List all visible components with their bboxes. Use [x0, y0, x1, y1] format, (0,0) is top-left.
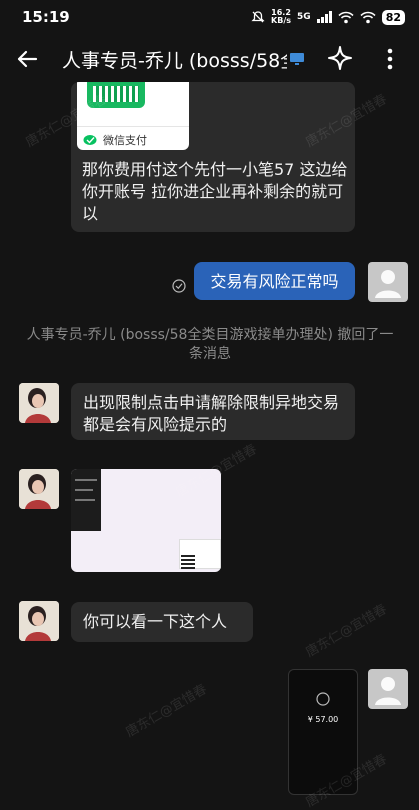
- qr-code-image[interactable]: 微信支付: [77, 82, 189, 150]
- contact-avatar[interactable]: [19, 469, 59, 509]
- computer-online-icon: [290, 53, 304, 65]
- status-bar: 15:19 16.2 KB/s 5G 82: [0, 0, 419, 34]
- portrait-photo: [19, 601, 59, 641]
- image-thumbnail-line: [75, 489, 93, 491]
- signal-icon: [316, 11, 332, 23]
- status-time: 15:19: [22, 8, 70, 26]
- my-avatar[interactable]: [368, 669, 408, 709]
- message-bubble[interactable]: 你可以看一下这个人: [71, 602, 253, 642]
- message-text: 你可以看一下这个人: [83, 612, 228, 631]
- recall-notice: 人事专员-乔儿 (bosss/58全类目游戏接单办理处) 撤回了一条消息: [26, 327, 394, 362]
- message-text: 那你费用付这个先付一小笔57 这边给你开账号 拉你进企业再补剩余的就可以: [82, 160, 348, 223]
- watermark: 唐东仁@宜惜春: [303, 601, 390, 661]
- network-type: 5G: [297, 12, 311, 22]
- qr-code-fill: [93, 86, 139, 102]
- image-message[interactable]: [71, 469, 221, 572]
- contact-avatar[interactable]: [19, 383, 59, 423]
- wechat-pay-label: 微信支付: [103, 134, 147, 147]
- wifi-icon: [338, 11, 354, 23]
- sparkle-icon[interactable]: [326, 44, 354, 72]
- watermark: 唐东仁@宜惜春: [123, 681, 210, 741]
- message-bubble[interactable]: 出现限制点击申请解除限制异地交易都是会有风险提示的: [71, 383, 355, 440]
- chat-title: 人事专员-乔儿 (bosss/58全: [62, 49, 287, 72]
- image-message-mine[interactable]: ¥ 57.00: [288, 669, 358, 795]
- payment-amount: ¥ 57.00: [307, 715, 339, 724]
- message-bubble[interactable]: 微信支付 那你费用付这个先付一小笔57 这边给你开账号 拉你进企业再补剩余的就可…: [71, 82, 355, 232]
- wechat-pay-icon: [83, 135, 97, 145]
- portrait-photo: [19, 469, 59, 509]
- image-thumbnail-qr: [181, 555, 195, 569]
- message-bubble-mine[interactable]: 交易有风险正常吗: [194, 262, 355, 300]
- more-options-icon[interactable]: [378, 46, 402, 72]
- mute-icon: [251, 11, 265, 23]
- user-avatar-icon: [375, 677, 401, 705]
- user-avatar-icon: [375, 270, 401, 298]
- message-text: 交易有风险正常吗: [210, 272, 339, 291]
- image-thumbnail-line: [75, 499, 95, 501]
- image-thumbnail-line: [75, 479, 97, 481]
- status-icons: 16.2 KB/s 5G 82: [251, 9, 405, 25]
- read-status-icon: [172, 279, 186, 293]
- wechat-pay-logo-icon: [316, 692, 330, 706]
- network-speed-unit: KB/s: [271, 16, 292, 25]
- chat-header: 人事专员-乔儿 (bosss/58全: [0, 36, 419, 82]
- network-speed: 16.2 KB/s: [271, 9, 291, 25]
- back-button[interactable]: [12, 44, 42, 74]
- portrait-photo: [19, 383, 59, 423]
- message-text: 出现限制点击申请解除限制异地交易都是会有风险提示的: [83, 393, 340, 434]
- arrow-left-icon: [17, 50, 38, 68]
- wifi-icon: [360, 11, 376, 23]
- contact-avatar[interactable]: [19, 601, 59, 641]
- battery-level: 82: [381, 9, 405, 25]
- my-avatar[interactable]: [368, 262, 408, 302]
